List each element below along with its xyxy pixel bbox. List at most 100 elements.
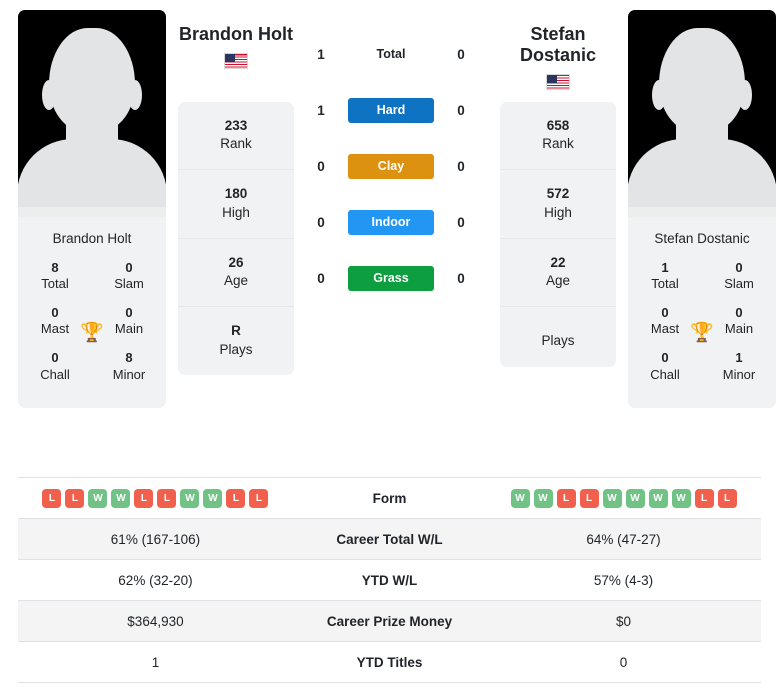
info-box-right: 658 Rank 572 High 22 Age Plays xyxy=(500,102,616,367)
flag-canton xyxy=(547,75,557,84)
titles-grid-right: 1 Total 0 Slam 0 Mast 0 Main 0 Chall 1 M… xyxy=(628,257,776,408)
player-card-name-left: Brandon Holt xyxy=(52,231,132,246)
info-label: High xyxy=(544,204,572,220)
player-avatar-right xyxy=(628,10,776,217)
surface-left-count: 0 xyxy=(317,158,325,174)
table-row-career-total-wl: 61% (167-106) Career Total W/L 64% (47-2… xyxy=(18,518,761,560)
form-badge-win: W xyxy=(602,488,622,508)
trophy-icon: 🏆 xyxy=(80,322,104,344)
surface-row-grass: 0 Grass 0 xyxy=(294,250,488,306)
row-label-form: Form xyxy=(292,477,487,519)
title-stat-value: 0 xyxy=(661,350,669,366)
avatar-ear-left-shape xyxy=(42,80,56,110)
row-value-left: 1 xyxy=(18,641,293,683)
form-badge-loss: L xyxy=(157,488,177,508)
row-label-ytd-wl: YTD W/L xyxy=(292,559,487,601)
flag-canton xyxy=(225,54,235,63)
surface-label-cell: Hard xyxy=(348,97,434,123)
title-stat-minor-left: 8 Minor xyxy=(92,347,166,392)
form-badges-left: LLWWLLWWLL xyxy=(18,488,293,508)
form-badges-right: WWLLWWWWLL xyxy=(486,488,761,508)
player-card-right[interactable]: Stefan Dostanic 1 Total 0 Slam 0 Mast 0 … xyxy=(628,10,776,409)
title-stat-chall-right: 0 Chall xyxy=(628,347,702,392)
surface-label-cell: Grass xyxy=(348,265,434,291)
avatar-ear-right-shape xyxy=(128,80,142,110)
info-row-rank-left: 233 Rank xyxy=(178,102,294,171)
title-stat-value: 0 xyxy=(125,305,133,321)
info-box-left: 233 Rank 180 High 26 Age R Plays xyxy=(178,102,294,375)
avatar-ear-left-shape xyxy=(652,80,666,110)
us-flag-icon xyxy=(224,53,248,70)
info-label: Plays xyxy=(541,333,575,349)
info-label: Rank xyxy=(542,136,574,152)
row-label-career-total-wl: Career Total W/L xyxy=(292,518,487,560)
comparison-header-area: Brandon Holt 8 Total 0 Slam 0 Mast 0 Mai… xyxy=(0,0,779,477)
form-badge-loss: L xyxy=(42,488,62,508)
row-value-left: $364,930 xyxy=(18,600,293,642)
row-value-left: 62% (32-20) xyxy=(18,559,293,601)
form-badge-loss: L xyxy=(249,488,269,508)
surface-row-total: 1 Total 0 xyxy=(294,26,488,82)
title-stat-value: 0 xyxy=(735,260,743,275)
player-name-right: Stefan Dostanic xyxy=(519,24,597,66)
info-value: 233 xyxy=(224,118,248,133)
player-comparison-page: Brandon Holt 8 Total 0 Slam 0 Mast 0 Mai… xyxy=(0,0,779,699)
avatar-shoulders-shape xyxy=(628,139,776,217)
form-badge-loss: L xyxy=(134,488,154,508)
title-stat-label: Chall xyxy=(650,366,680,382)
info-value: 658 xyxy=(546,118,570,133)
table-row-career-prize-money: $364,930 Career Prize Money $0 xyxy=(18,600,761,642)
info-label: High xyxy=(222,204,250,220)
row-label-career-prize-money: Career Prize Money xyxy=(292,600,487,642)
form-badge-win: W xyxy=(88,488,108,508)
form-badge-loss: L xyxy=(556,488,576,508)
form-badge-win: W xyxy=(533,488,553,508)
form-badge-loss: L xyxy=(694,488,714,508)
player-card-name-right: Stefan Dostanic xyxy=(654,231,750,246)
surface-left-count: 0 xyxy=(317,270,325,286)
info-label: Plays xyxy=(219,341,253,357)
surface-label-cell: Total xyxy=(348,47,434,61)
info-value: 572 xyxy=(546,186,570,202)
row-label-ytd-titles: YTD Titles xyxy=(292,641,487,683)
title-stat-value: 0 xyxy=(51,350,59,366)
surface-badge-clay[interactable]: Clay xyxy=(348,153,434,179)
surface-badge-indoor[interactable]: Indoor xyxy=(348,209,434,235)
table-row-ytd-titles: 1 YTD Titles 0 xyxy=(18,641,761,683)
title-stat-value: 1 xyxy=(661,260,669,275)
title-stat-minor-right: 1 Minor xyxy=(702,347,776,392)
surface-badge-grass[interactable]: Grass xyxy=(348,265,434,291)
surface-right-count: 0 xyxy=(457,46,465,62)
form-badge-win: W xyxy=(510,488,530,508)
title-stat-label: Chall xyxy=(40,366,70,382)
title-stat-label: Total xyxy=(41,276,69,292)
surface-right-count: 0 xyxy=(457,102,465,118)
info-value: 26 xyxy=(228,254,244,270)
surface-right-count: 0 xyxy=(457,214,465,230)
us-flag-icon xyxy=(546,74,570,91)
avatar-base-strip xyxy=(628,207,776,217)
title-stat-value: 8 xyxy=(51,260,59,275)
info-value: R xyxy=(231,323,241,339)
surface-label-cell: Clay xyxy=(348,153,434,179)
avatar-base-strip xyxy=(18,207,166,217)
form-badge-win: W xyxy=(111,488,131,508)
info-value: 180 xyxy=(224,186,248,202)
info-column-right: Stefan Dostanic 658 Rank 572 High 22 Age xyxy=(500,10,616,367)
player-card-left[interactable]: Brandon Holt 8 Total 0 Slam 0 Mast 0 Mai… xyxy=(18,10,166,409)
info-label: Age xyxy=(545,273,571,289)
info-row-age-left: 26 Age xyxy=(178,239,294,308)
info-label: Rank xyxy=(220,136,252,152)
form-badge-loss: L xyxy=(65,488,85,508)
surface-badge-hard[interactable]: Hard xyxy=(348,97,434,123)
title-stat-label: Minor xyxy=(112,366,146,382)
title-stat-value: 0 xyxy=(125,260,133,275)
row-value-right: 0 xyxy=(486,641,761,683)
surface-left-count: 1 xyxy=(317,46,325,62)
form-badge-loss: L xyxy=(226,488,246,508)
table-row-form: LLWWLLWWLL Form WWLLWWWWLL xyxy=(18,477,761,519)
form-badge-win: W xyxy=(625,488,645,508)
title-stat-label: Slam xyxy=(114,276,144,292)
surface-row-clay: 0 Clay 0 xyxy=(294,138,488,194)
avatar-ear-right-shape xyxy=(738,80,752,110)
